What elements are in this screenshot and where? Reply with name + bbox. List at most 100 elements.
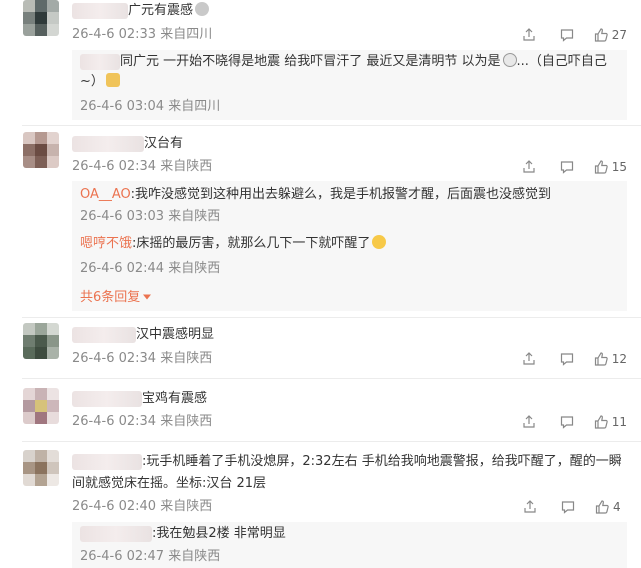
comment-text: 广元有震感 [72,1,210,21]
comment-time: 26-4-6 02:34 [72,351,157,366]
like-button[interactable]: 11 [594,413,627,431]
avatar[interactable] [23,450,59,486]
avatar[interactable] [23,388,59,424]
reply-meta: 26-4-6 02:47 来自陕西 [80,548,220,566]
reply-time: 26-4-6 02:44 [80,261,165,276]
username-blurred[interactable] [72,390,142,407]
comment-button[interactable] [549,498,587,516]
comment-location: 来自陕西 [160,159,213,174]
comment-time: 26-4-6 02:33 [72,27,157,42]
username-blurred[interactable] [72,326,136,343]
comment-meta: 26-4-6 02:34 来自陕西 [72,413,212,431]
share-button[interactable] [510,158,548,176]
comment-location: 来自陕西 [160,351,213,366]
avatar[interactable] [23,0,59,36]
reply-text: OA__AO:我咋没感觉到这种用出去躲避么，我是手机报警才醒，后面震也没感觉到 [80,187,551,202]
caret-down-icon [143,294,152,300]
share-button[interactable] [510,26,548,44]
like-count: 11 [611,415,627,429]
comment-icon [560,161,573,174]
avatar[interactable] [23,323,59,359]
like-button[interactable]: 12 [594,350,627,368]
comment-button[interactable] [548,350,586,368]
reply-location: 来自陕西 [168,209,221,224]
reply-time: 26-4-6 02:47 [80,549,165,564]
like-count: 27 [611,28,627,42]
comment-location: 来自陕西 [160,499,213,514]
comment-icon [560,353,573,366]
comment-time: 26-4-6 02:34 [72,414,157,429]
comment-text: :玩手机睡着了手机没熄屏，2:32左右 手机给我响地震警报，给我吓醒了，醒的一瞬 [72,452,622,472]
comment-location: 来自四川 [160,27,213,42]
reply-username[interactable]: 嗯哼不饿 [80,236,132,251]
comment-actions: 12 [510,350,627,368]
reply-location: 来自陕西 [168,261,221,276]
comment-actions: 15 [510,158,627,176]
comment-button[interactable] [548,413,586,431]
comment-meta: 26-4-6 02:34 来自陕西 [72,350,212,368]
reply-meta: 26-4-6 03:04 来自四川 [80,98,220,116]
share-icon [523,415,535,428]
reply-list: :我在勉县2楼 非常明显 26-4-6 02:47 来自陕西 [72,522,627,568]
like-count: 4 [613,500,621,514]
comment-meta: 26-4-6 02:33 来自四川 [72,26,212,44]
share-icon [524,500,536,513]
reply-location: 来自四川 [168,99,221,114]
share-icon [523,160,535,173]
reply-text-cont: ~） [80,72,120,92]
comment-button[interactable] [548,26,586,44]
like-button[interactable]: 27 [594,26,627,44]
username-blurred[interactable] [72,135,144,152]
comment-actions: 11 [510,413,627,431]
like-button[interactable]: 15 [594,158,627,176]
share-button[interactable] [510,350,548,368]
like-button[interactable]: 4 [595,498,627,516]
more-replies-link[interactable]: 共6条回复 [80,288,152,308]
username-blurred[interactable] [72,2,128,19]
reply-text: 同广元 一开始不晓得是地震 给我吓冒汗了 最近又是清明节 以为是 ...（自己吓自… [80,52,607,72]
comment-icon [561,501,575,514]
reply-text: 嗯哼不饿:床摇的最厉害，就那么几下一下就吓醒了 [80,234,387,254]
thumbs-up-icon [594,415,608,429]
comment-text: 汉中震感明显 [72,325,214,345]
comment-location: 来自陕西 [160,414,213,429]
comment-time: 26-4-6 02:34 [72,159,157,174]
laughing-emoji-icon [372,235,387,249]
avatar[interactable] [23,132,59,168]
comment-text-cont: 间就感觉床在摇。坐标:汉台 21层 [72,476,267,491]
thumbs-up-icon [594,160,608,174]
divider [22,378,641,379]
comment-icon [560,416,573,429]
comment-actions: 27 [510,26,627,44]
reply-text: :我在勉县2楼 非常明显 [80,524,286,544]
username-blurred[interactable] [80,525,152,542]
reply-meta: 26-4-6 03:03 来自陕西 [80,208,220,226]
thumbs-up-icon [594,28,608,42]
share-button[interactable] [510,413,548,431]
like-count: 15 [611,160,627,174]
thumbs-up-icon [594,352,608,366]
reply-meta: 26-4-6 02:44 来自陕西 [80,260,220,278]
comment-button[interactable] [548,158,586,176]
comment-time: 26-4-6 02:40 [72,499,157,514]
reply-username[interactable]: OA__AO [80,187,131,202]
username-blurred[interactable] [72,453,142,470]
share-button[interactable] [511,498,549,516]
reply-time: 26-4-6 03:04 [80,99,165,114]
reply-time: 26-4-6 03:03 [80,209,165,224]
username-blurred[interactable] [80,53,120,70]
comment-text: 宝鸡有震感 [72,389,207,409]
share-icon [523,352,535,365]
ghost-emoji-icon [502,53,517,67]
thumbs-up-icon [595,500,609,514]
share-icon [523,28,535,41]
emoji-icon [195,2,210,16]
reply-list: 同广元 一开始不晓得是地震 给我吓冒汗了 最近又是清明节 以为是 ...（自己吓自… [72,50,627,120]
comment-text: 汉台有 [72,134,183,154]
comment-actions: 4 [511,498,627,516]
emoji-icon [105,73,120,87]
comment-meta: 26-4-6 02:34 来自陕西 [72,158,212,176]
divider [22,317,641,318]
comment-icon [560,29,573,42]
reply-list: OA__AO:我咋没感觉到这种用出去躲避么，我是手机报警才醒，后面震也没感觉到 … [72,181,627,311]
